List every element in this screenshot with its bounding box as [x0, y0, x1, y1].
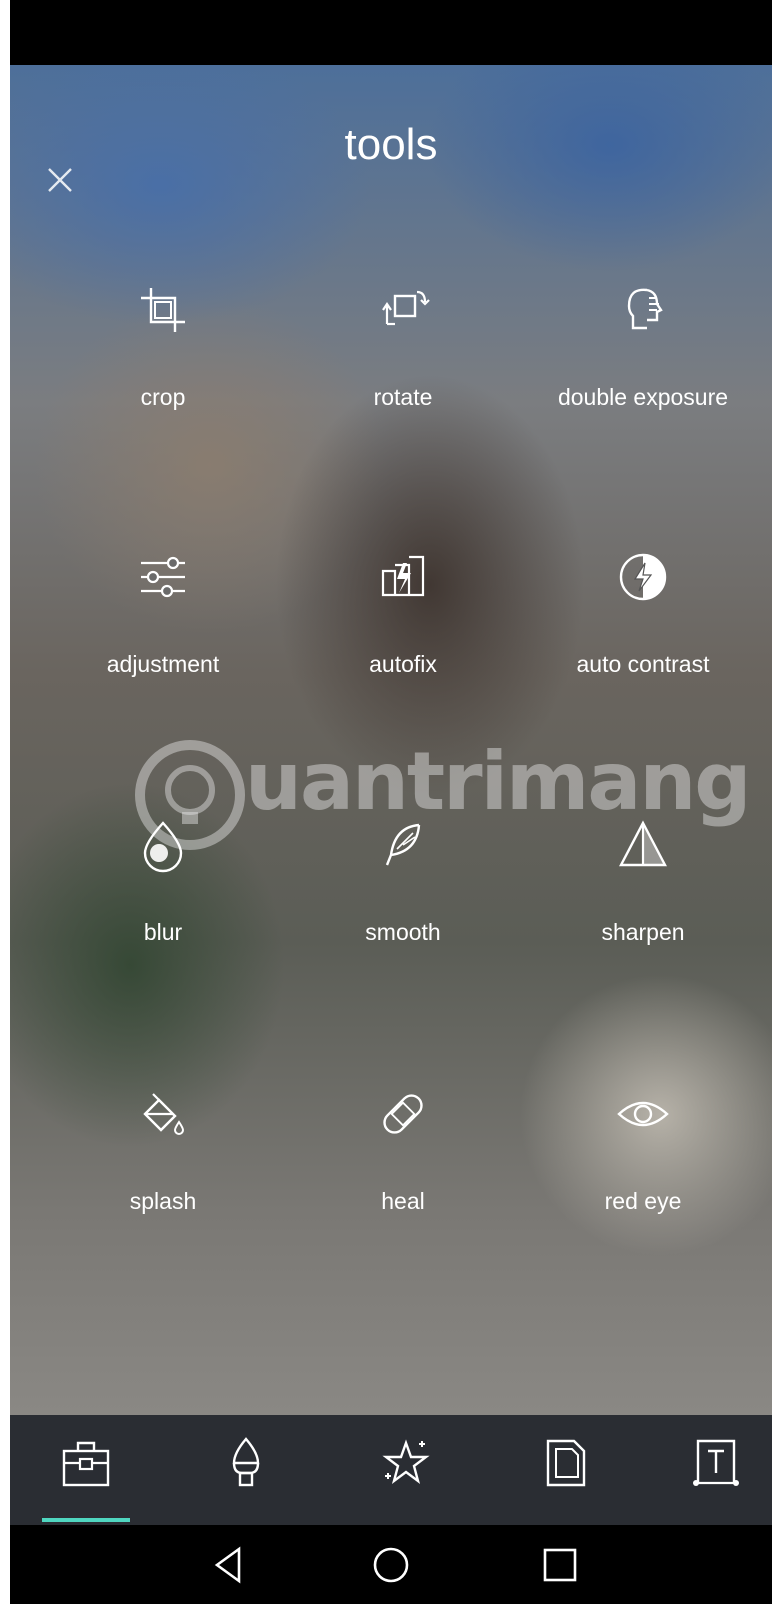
tab-stickers[interactable]	[376, 1433, 436, 1493]
tool-adjustment[interactable]: adjustment	[43, 547, 283, 678]
tab-frames[interactable]	[536, 1433, 596, 1493]
tool-label: smooth	[365, 919, 441, 945]
tool-rotate[interactable]: rotate	[283, 280, 523, 411]
tool-label: heal	[381, 1188, 425, 1214]
brush-icon	[232, 1437, 260, 1487]
feather-icon	[385, 823, 421, 866]
tool-smooth[interactable]: smooth	[283, 815, 523, 946]
crop-icon	[141, 288, 185, 332]
rotate-icon	[382, 290, 430, 326]
tool-label: double exposure	[557, 384, 729, 410]
active-tab-indicator	[42, 1518, 130, 1522]
blur-drop-icon	[143, 821, 183, 873]
tool-double-exposure[interactable]: double exposure	[523, 280, 763, 411]
system-nav-bar	[10, 1525, 772, 1604]
sharpen-triangle-icon	[619, 820, 667, 867]
tool-blur[interactable]: blur	[43, 815, 283, 946]
autofix-icon	[381, 555, 425, 597]
tab-tools[interactable]	[56, 1433, 116, 1493]
tool-label: rotate	[373, 384, 433, 410]
tool-label: crop	[140, 384, 186, 410]
tool-red-eye[interactable]: red eye	[523, 1084, 763, 1215]
tool-label: autofix	[369, 651, 437, 677]
tools-panel: tools uantrimang crop rotate double expo…	[10, 65, 772, 1415]
sliders-icon	[141, 556, 185, 598]
tool-heal[interactable]: heal	[283, 1084, 523, 1215]
bandage-icon	[383, 1094, 423, 1134]
page-title: tools	[344, 120, 438, 169]
status-bar	[10, 0, 772, 65]
tool-auto-contrast[interactable]: auto contrast	[523, 547, 763, 678]
tool-crop[interactable]: crop	[43, 280, 283, 411]
bottom-tab-bar	[10, 1415, 772, 1525]
tab-effects[interactable]	[216, 1433, 276, 1493]
text-box-icon	[693, 1439, 739, 1486]
tool-autofix[interactable]: autofix	[283, 547, 523, 678]
toolbox-icon	[62, 1441, 110, 1487]
eye-icon	[617, 1101, 669, 1127]
back-icon[interactable]	[207, 1543, 251, 1587]
tool-label: red eye	[604, 1188, 682, 1214]
paint-bucket-icon	[143, 1093, 185, 1135]
tool-label: auto contrast	[576, 651, 710, 677]
tool-label: blur	[143, 919, 183, 945]
tool-sharpen[interactable]: sharpen	[523, 815, 763, 946]
recents-icon[interactable]	[538, 1543, 582, 1587]
home-icon[interactable]	[369, 1543, 413, 1587]
sparkle-star-icon	[382, 1439, 430, 1485]
tool-label: splash	[129, 1188, 197, 1214]
frame-icon	[546, 1439, 586, 1487]
tool-label: adjustment	[106, 651, 220, 677]
tool-splash[interactable]: splash	[43, 1084, 283, 1215]
auto-contrast-icon	[619, 553, 667, 601]
tab-text[interactable]	[686, 1433, 746, 1493]
tool-label: sharpen	[601, 919, 685, 945]
double-exposure-icon	[627, 288, 663, 330]
app-frame: tools uantrimang crop rotate double expo…	[10, 0, 772, 1604]
